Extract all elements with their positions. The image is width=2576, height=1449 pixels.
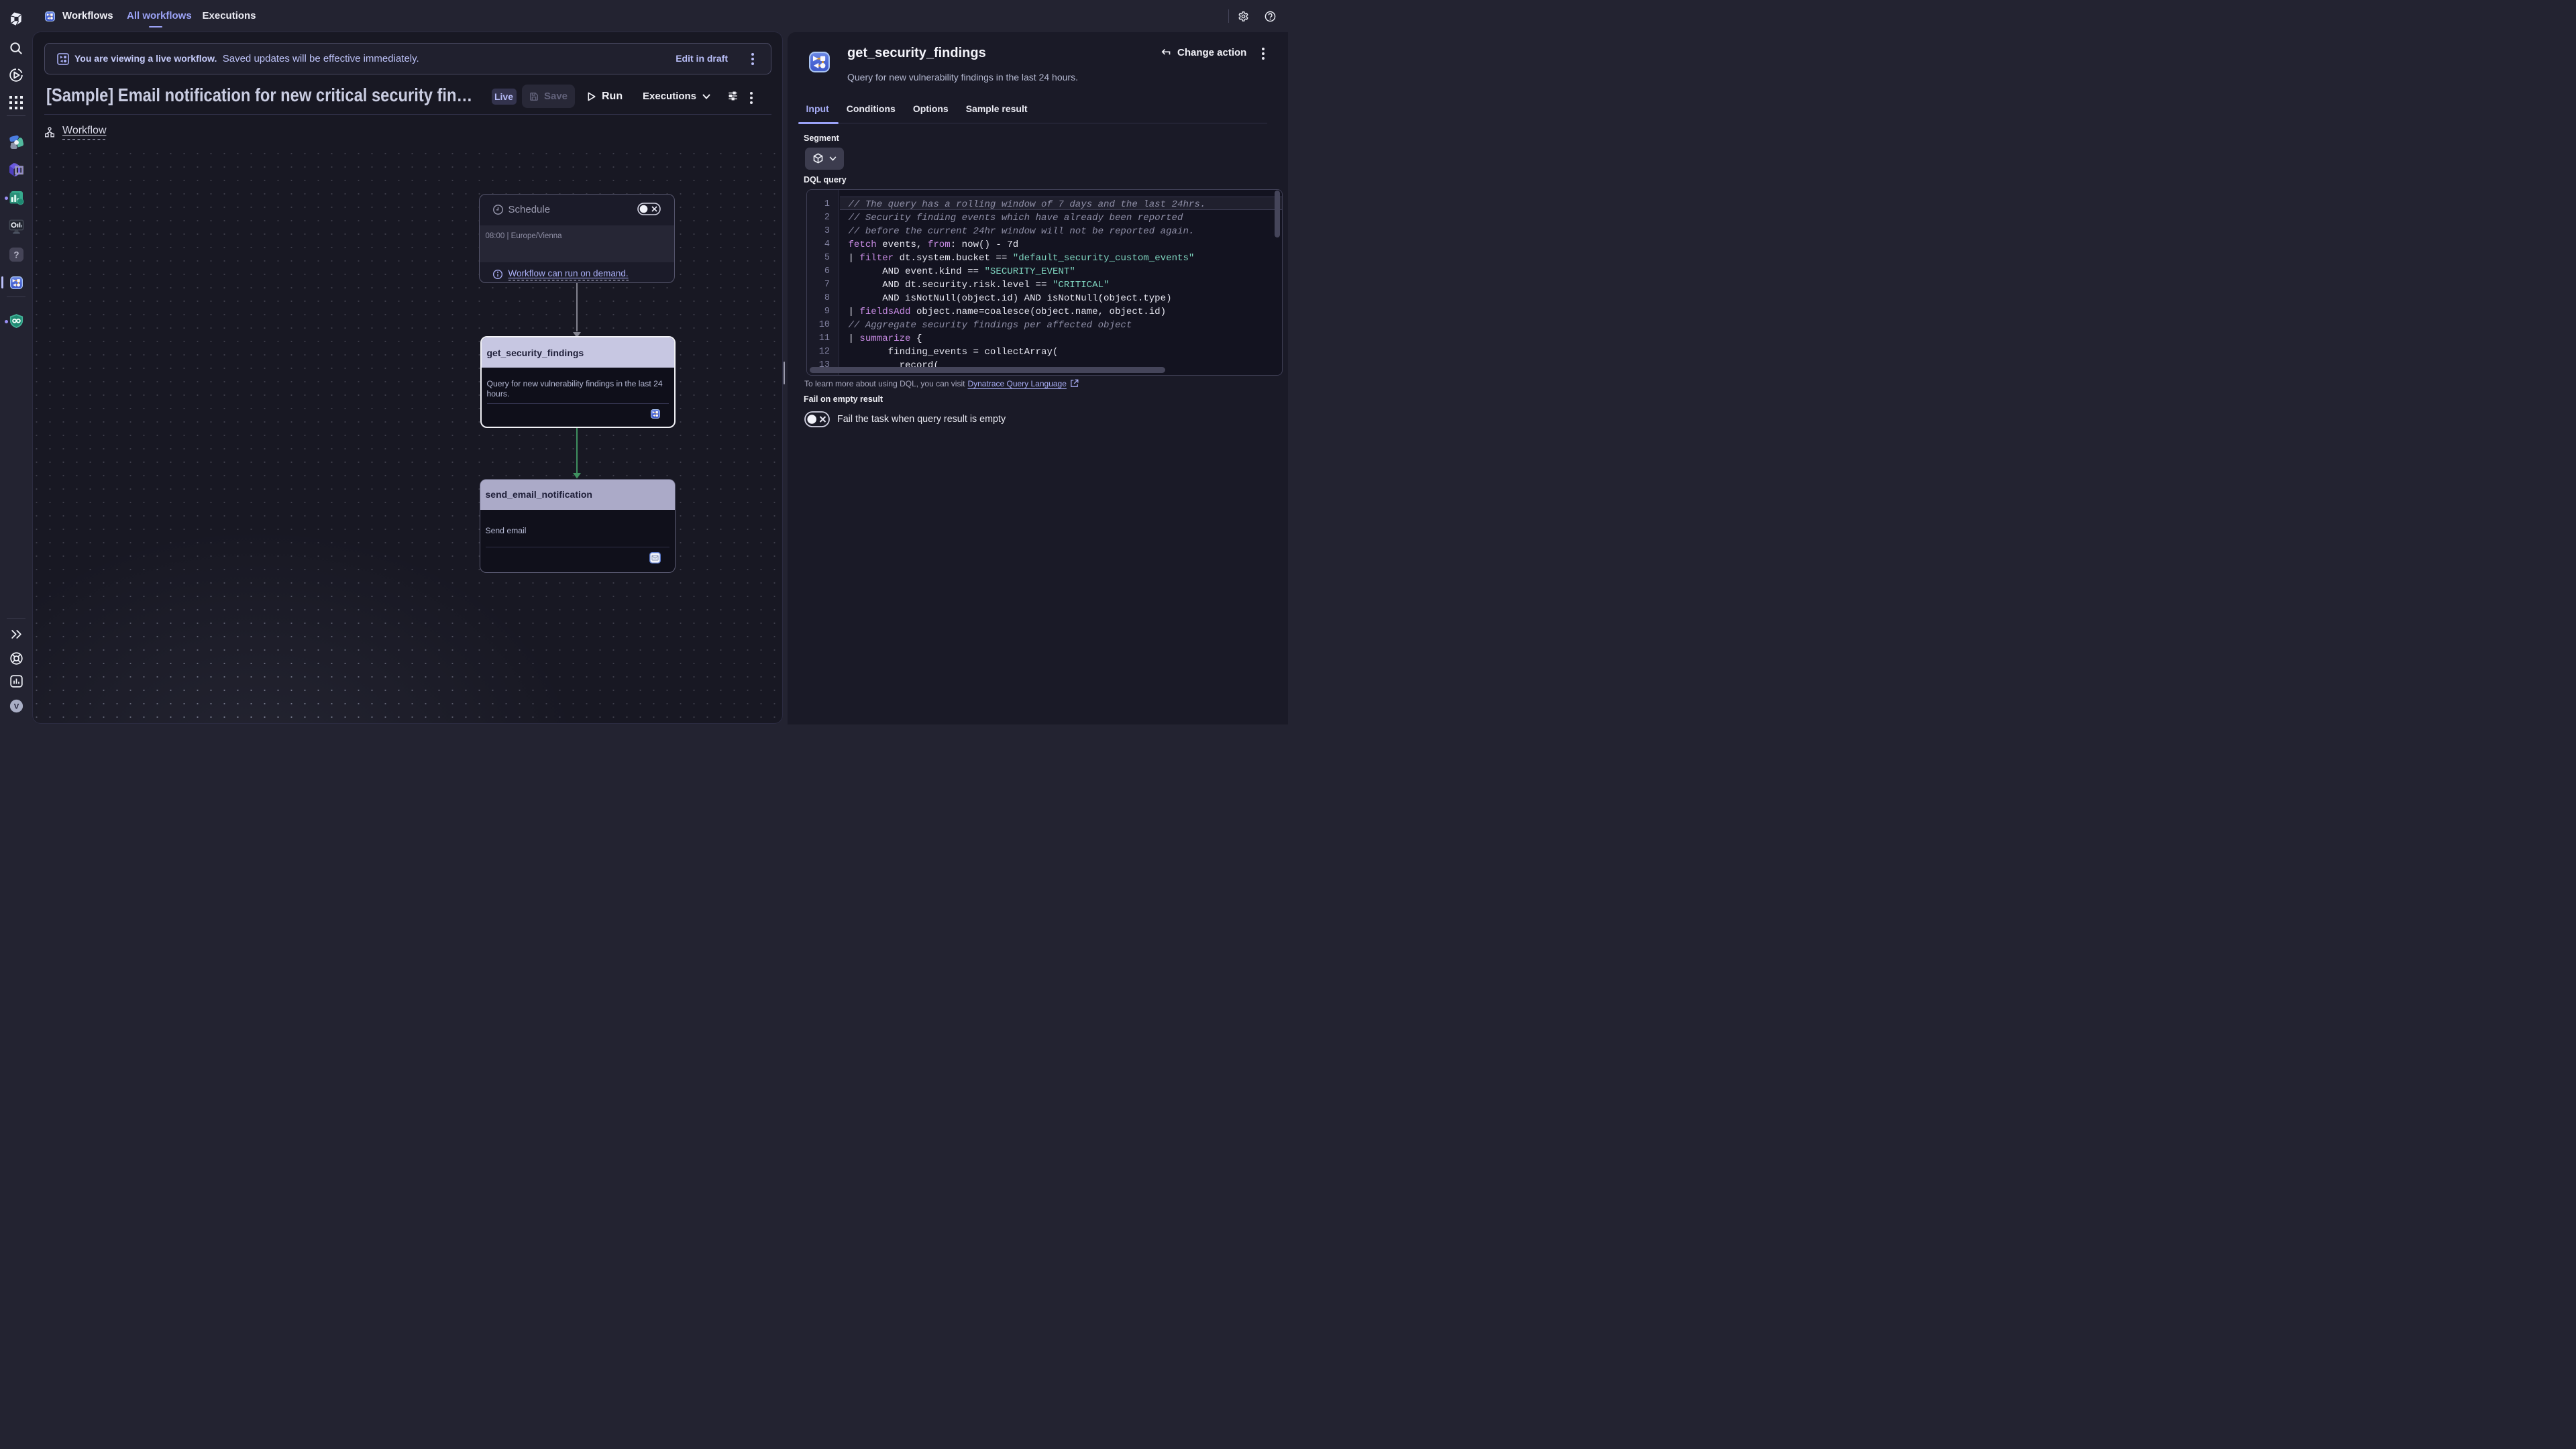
svg-text:V: V (13, 702, 19, 710)
svg-text:?: ? (13, 250, 19, 260)
